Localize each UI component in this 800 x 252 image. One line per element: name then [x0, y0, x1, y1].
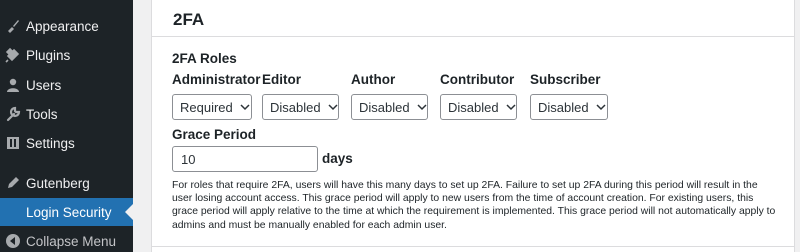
- grace-period-description: For roles that require 2FA, users will h…: [172, 180, 776, 231]
- settings-icon: [0, 135, 26, 151]
- select-value: Disabled: [538, 99, 589, 115]
- role-name: Contributor: [440, 72, 515, 87]
- sidebar-item-settings[interactable]: Settings: [0, 129, 133, 157]
- sidebar-item-plugins[interactable]: Plugins: [0, 41, 133, 69]
- sidebar-item-users[interactable]: Users: [0, 71, 133, 99]
- sidebar-item-appearance[interactable]: Appearance: [0, 12, 133, 40]
- select-value: Disabled: [359, 99, 410, 115]
- contributor-select[interactable]: Disabled: [440, 94, 517, 120]
- role-name: Subscriber: [530, 72, 601, 87]
- chevron-down-icon: [417, 103, 427, 111]
- role-subscriber: Subscriber Disabled: [530, 72, 608, 120]
- plug-icon: [0, 47, 26, 63]
- grace-period-value: 10: [181, 151, 196, 167]
- grace-period-input[interactable]: 10: [172, 146, 318, 172]
- user-icon: [0, 77, 26, 93]
- panel-header: 2FA: [152, 0, 794, 37]
- paintbrush-icon: [0, 18, 26, 34]
- role-name: Author: [351, 72, 396, 87]
- chevron-down-icon: [240, 103, 250, 111]
- select-value: Disabled: [270, 99, 321, 115]
- pen-icon: [0, 175, 26, 191]
- subscriber-select[interactable]: Disabled: [530, 94, 608, 120]
- sidebar-item-label: Plugins: [26, 47, 71, 63]
- role-administrator: Administrator Required: [172, 72, 261, 120]
- role-author: Author Disabled: [351, 72, 428, 120]
- sidebar-item-label: Appearance: [26, 18, 99, 34]
- wrench-icon: [0, 106, 26, 122]
- grace-period-heading: Grace Period: [172, 127, 257, 142]
- panel-divider: [152, 246, 794, 247]
- role-name: Editor: [262, 72, 301, 87]
- editor-select[interactable]: Disabled: [262, 94, 339, 120]
- panel-title: 2FA: [173, 10, 205, 29]
- role-editor: Editor Disabled: [262, 72, 339, 120]
- chevron-down-icon: [596, 103, 606, 111]
- collapse-menu-button[interactable]: Collapse Menu: [0, 227, 133, 252]
- sidebar-item-label: Gutenberg: [26, 175, 90, 191]
- sidebar-item-tools[interactable]: Tools: [0, 100, 133, 128]
- sidebar-item-login-security[interactable]: Login Security: [0, 198, 133, 226]
- sidebar-item-label: Tools: [26, 106, 58, 122]
- wp-admin-page: Appearance Plugins Users Tools Settings: [0, 0, 800, 252]
- sidebar-item-label: Users: [26, 77, 62, 93]
- select-value: Disabled: [448, 99, 499, 115]
- admin-sidebar: Appearance Plugins Users Tools Settings: [0, 0, 133, 252]
- active-indicator-arrow: [125, 204, 133, 220]
- grace-period-unit: days: [322, 151, 353, 166]
- collapse-menu-label: Collapse Menu: [26, 233, 117, 249]
- chevron-down-icon: [506, 103, 516, 111]
- role-contributor: Contributor Disabled: [440, 72, 517, 120]
- administrator-select[interactable]: Required: [172, 94, 252, 120]
- roles-heading: 2FA Roles: [172, 51, 237, 66]
- role-name: Administrator: [172, 72, 261, 87]
- select-value: Required: [180, 99, 233, 115]
- sidebar-item-label: Settings: [26, 135, 75, 151]
- collapse-icon: [0, 233, 26, 249]
- chevron-down-icon: [328, 103, 338, 111]
- sidebar-item-gutenberg[interactable]: Gutenberg: [0, 169, 133, 197]
- author-select[interactable]: Disabled: [351, 94, 428, 120]
- sidebar-item-label: Login Security: [26, 204, 112, 220]
